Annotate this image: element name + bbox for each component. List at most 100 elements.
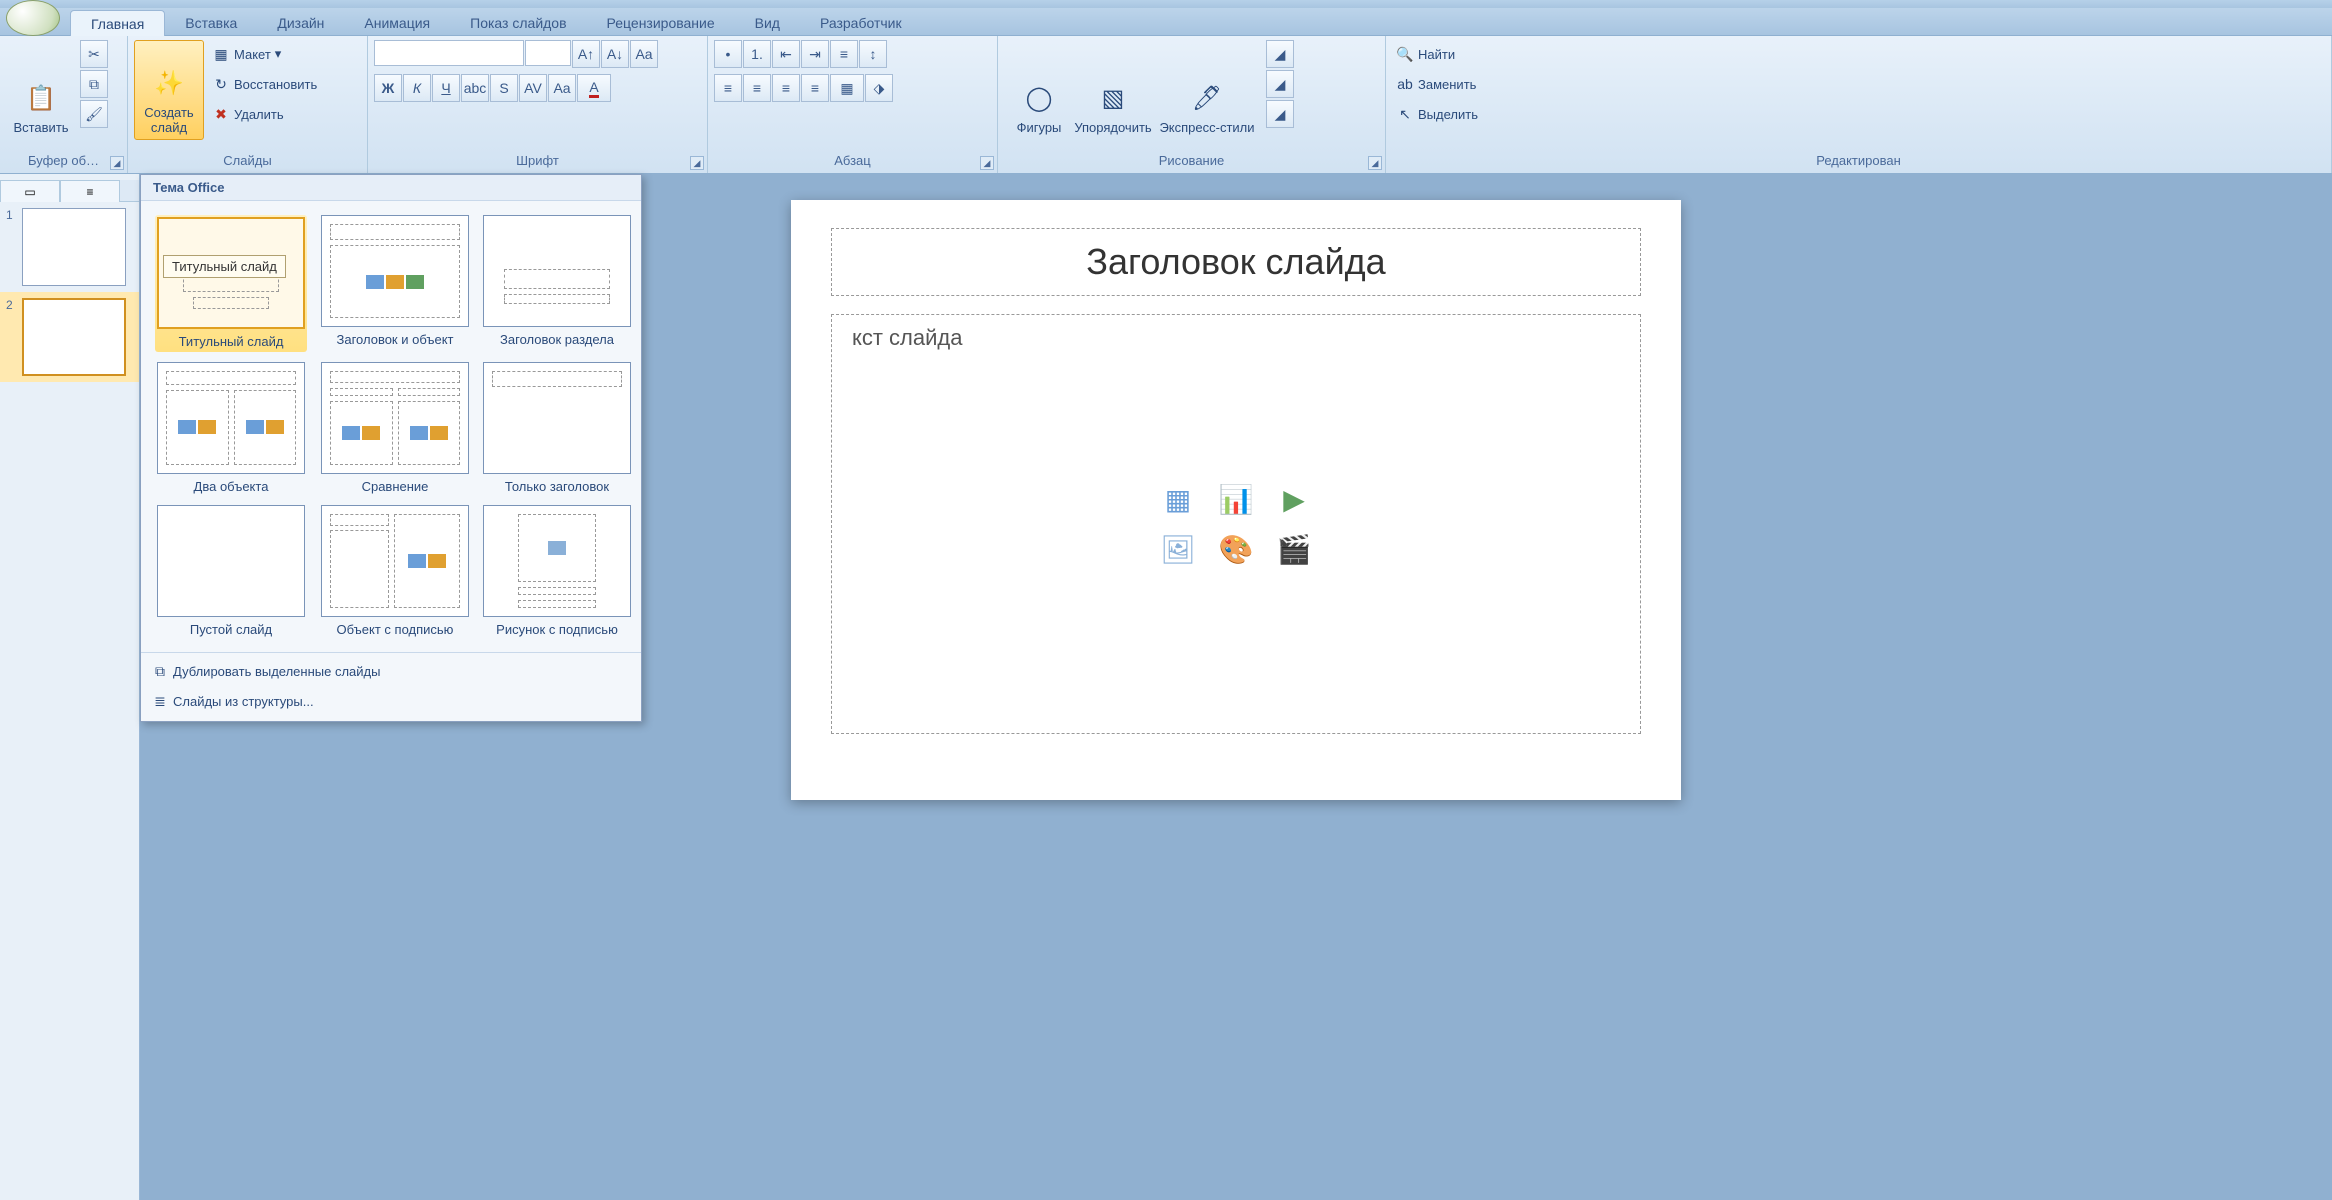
slide-body-placeholder[interactable]: кст слайда ▦ 📊 ▶ 🖼 🎨 🎬: [831, 314, 1641, 734]
paragraph-dialog-launcher[interactable]: ◢: [980, 156, 994, 170]
layout-comparison[interactable]: Сравнение: [321, 362, 469, 495]
layout-picture-caption[interactable]: Рисунок с подписью: [483, 505, 631, 638]
justify-button[interactable]: ≡: [801, 74, 829, 102]
layout-blank[interactable]: Пустой слайд: [155, 505, 307, 638]
paragraph-group-label: Абзац: [714, 151, 991, 171]
font-size-combo[interactable]: [525, 40, 571, 66]
slide-thumbnail-panel: ▭ ≡ 1 2: [0, 174, 140, 1200]
layout-content-caption[interactable]: Объект с подписью: [321, 505, 469, 638]
char-spacing-button[interactable]: AV: [519, 74, 547, 102]
clear-formatting-button[interactable]: Aa: [630, 40, 658, 68]
outline-icon: ≣: [151, 693, 169, 711]
ribbon: 📋 Вставить ✂ ⧉ 🖌 Буфер об… ◢ ✨ Создать с…: [0, 36, 2332, 174]
slide-title-placeholder[interactable]: Заголовок слайда: [831, 228, 1641, 296]
tab-developer[interactable]: Разработчик: [800, 10, 922, 35]
insert-picture-icon[interactable]: 🖼: [1153, 528, 1203, 570]
slide-thumb-1[interactable]: 1: [0, 202, 139, 292]
layout-button[interactable]: ▦Макет ▾: [208, 40, 321, 68]
new-slide-layout-popup: Тема Office Титульный слайд Титульный сл…: [140, 174, 642, 722]
grow-font-button[interactable]: A↑: [572, 40, 600, 68]
font-color-button[interactable]: A: [577, 74, 611, 102]
content-placeholder-icons: ▦ 📊 ▶ 🖼 🎨 🎬: [1153, 478, 1319, 570]
insert-smartart-icon[interactable]: ▶: [1269, 478, 1319, 520]
drawing-group-label: Рисование: [1004, 151, 1379, 171]
bold-button[interactable]: Ж: [374, 74, 402, 102]
duplicate-icon: ⧉: [151, 663, 169, 681]
clipboard-dialog-launcher[interactable]: ◢: [110, 156, 124, 170]
font-dialog-launcher[interactable]: ◢: [690, 156, 704, 170]
bullets-button[interactable]: •: [714, 40, 742, 68]
tab-design[interactable]: Дизайн: [257, 10, 344, 35]
shadow-button[interactable]: S: [490, 74, 518, 102]
increase-indent-button[interactable]: ⇥: [801, 40, 829, 68]
layout-title-only[interactable]: Только заголовок: [483, 362, 631, 495]
arrange-button[interactable]: ▧Упорядочить: [1078, 40, 1148, 140]
slides-group-label: Слайды: [134, 151, 361, 171]
underline-button[interactable]: Ч: [432, 74, 460, 102]
font-group-label: Шрифт: [374, 151, 701, 171]
insert-media-icon[interactable]: 🎬: [1269, 528, 1319, 570]
font-family-combo[interactable]: [374, 40, 524, 66]
tab-home[interactable]: Главная: [70, 10, 165, 36]
shapes-icon: ◯: [1021, 81, 1057, 117]
new-slide-icon: ✨: [151, 66, 187, 102]
shape-fill-button[interactable]: ◢: [1266, 40, 1294, 68]
insert-table-icon[interactable]: ▦: [1153, 478, 1203, 520]
reset-button[interactable]: ↻Восстановить: [208, 70, 321, 98]
format-painter-button[interactable]: 🖌: [80, 100, 108, 128]
current-slide[interactable]: Заголовок слайда кст слайда ▦ 📊 ▶ 🖼 🎨 🎬: [791, 200, 1681, 800]
layout-icon: ▦: [212, 45, 230, 63]
drawing-dialog-launcher[interactable]: ◢: [1368, 156, 1382, 170]
quick-styles-button[interactable]: 🖊Экспресс-стили: [1152, 40, 1262, 140]
brush-icon: 🖌: [85, 106, 103, 123]
insert-clipart-icon[interactable]: 🎨: [1211, 528, 1261, 570]
reset-icon: ↻: [212, 75, 230, 93]
cut-button[interactable]: ✂: [80, 40, 108, 68]
layout-tooltip: Титульный слайд: [163, 255, 286, 278]
line-spacing-button[interactable]: ≡: [830, 40, 858, 68]
new-slide-button[interactable]: ✨ Создать слайд: [134, 40, 204, 140]
tab-view[interactable]: Вид: [735, 10, 800, 35]
tab-animation[interactable]: Анимация: [344, 10, 450, 35]
new-slide-label: Создать слайд: [144, 106, 193, 135]
replace-button[interactable]: abЗаменить: [1392, 70, 1482, 98]
find-button[interactable]: 🔍Найти: [1392, 40, 1482, 68]
shapes-button[interactable]: ◯Фигуры: [1004, 40, 1074, 140]
layout-title-slide[interactable]: Титульный слайд Титульный слайд: [155, 215, 307, 352]
align-right-button[interactable]: ≡: [772, 74, 800, 102]
copy-button[interactable]: ⧉: [80, 70, 108, 98]
tab-slideshow[interactable]: Показ слайдов: [450, 10, 586, 35]
align-center-button[interactable]: ≡: [743, 74, 771, 102]
strikethrough-button[interactable]: abc: [461, 74, 489, 102]
shape-effects-button[interactable]: ◢: [1266, 100, 1294, 128]
text-direction-button[interactable]: ↕: [859, 40, 887, 68]
office-button[interactable]: [6, 0, 60, 36]
select-button[interactable]: ↖Выделить: [1392, 100, 1482, 128]
layout-section-header[interactable]: Заголовок раздела: [483, 215, 631, 352]
shrink-font-button[interactable]: A↓: [601, 40, 629, 68]
paste-button[interactable]: 📋 Вставить: [6, 40, 76, 140]
editing-group-label: Редактирован: [1392, 151, 2325, 171]
outline-tab[interactable]: ≡: [60, 180, 120, 202]
align-left-button[interactable]: ≡: [714, 74, 742, 102]
slide-thumb-2[interactable]: 2: [0, 292, 139, 382]
shape-outline-button[interactable]: ◢: [1266, 70, 1294, 98]
chevron-down-icon: ▾: [275, 46, 282, 62]
tab-insert[interactable]: Вставка: [165, 10, 257, 35]
change-case-button[interactable]: Aa: [548, 74, 576, 102]
italic-button[interactable]: К: [403, 74, 431, 102]
quick-styles-icon: 🖊: [1189, 81, 1225, 117]
duplicate-slides-menuitem[interactable]: ⧉ Дублировать выделенные слайды: [141, 657, 641, 687]
decrease-indent-button[interactable]: ⇤: [772, 40, 800, 68]
numbering-button[interactable]: 1.: [743, 40, 771, 68]
insert-chart-icon[interactable]: 📊: [1211, 478, 1261, 520]
slides-from-outline-menuitem[interactable]: ≣ Слайды из структуры...: [141, 687, 641, 717]
convert-smartart-button[interactable]: ⬗: [865, 74, 893, 102]
paste-label: Вставить: [13, 121, 68, 135]
slides-tab[interactable]: ▭: [0, 180, 60, 202]
layout-title-content[interactable]: Заголовок и объект: [321, 215, 469, 352]
delete-slide-button[interactable]: ✖Удалить: [208, 100, 321, 128]
columns-button[interactable]: ▦: [830, 74, 864, 102]
tab-review[interactable]: Рецензирование: [587, 10, 735, 35]
layout-two-content[interactable]: Два объекта: [155, 362, 307, 495]
